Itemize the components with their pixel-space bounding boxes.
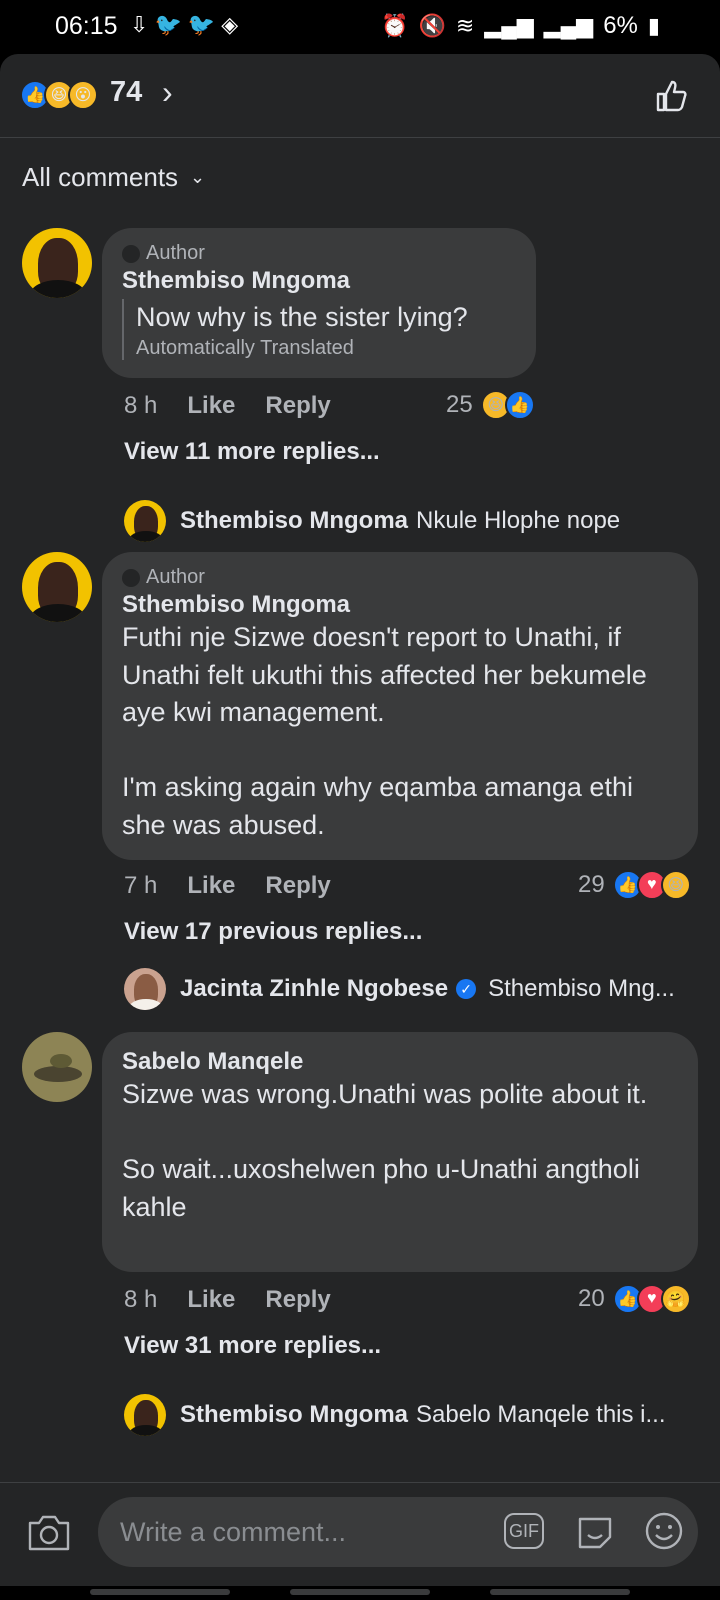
- translated-block: Now why is the sister lying? Automatical…: [122, 299, 516, 360]
- system-nav-bar: [0, 1586, 720, 1600]
- commenter-name[interactable]: Sabelo Manqele: [122, 1048, 678, 1076]
- comment-time[interactable]: 8 h: [124, 1286, 157, 1314]
- filter-label: All comments: [22, 162, 179, 192]
- avatar: [124, 500, 166, 542]
- status-bar: 06:15 ⇩ 🐦 🐦 ◈ ⏰ 🔇 ≋ ▂▄▆ ▂▄▆ 6% ▮: [0, 0, 720, 54]
- reply-text: Nkule Hlophe nope: [416, 507, 621, 534]
- comments-sheet: 👍 😆 😮 74 › All comments ⌄ Author Sthembi…: [0, 54, 720, 1600]
- view-more-replies[interactable]: View 11 more replies...: [124, 438, 380, 466]
- comment-reactions[interactable]: 29 👍 ♥ 😆: [578, 870, 691, 900]
- like-reaction-icon: 👍: [504, 390, 535, 420]
- camera-icon[interactable]: [26, 1513, 72, 1553]
- gif-button[interactable]: GIF: [504, 1513, 544, 1549]
- chevron-right-icon[interactable]: ›: [162, 74, 173, 111]
- reply-text: Sthembiso Mng...: [488, 975, 675, 1002]
- avatar[interactable]: [22, 552, 92, 622]
- reaction-count: 20: [578, 1285, 605, 1312]
- avatar: [124, 1394, 166, 1436]
- emoji-icon[interactable]: [644, 1511, 684, 1551]
- wow-reaction-icon: 😮: [68, 80, 98, 110]
- comment-actions: 8 h Like Reply: [124, 1286, 331, 1314]
- comment-text: Sizwe was wrong.Unathi was polite about …: [122, 1079, 648, 1222]
- like-button[interactable]: Like: [187, 1286, 235, 1314]
- twitter-icon: 🐦: [154, 12, 182, 37]
- reply-button[interactable]: Reply: [265, 392, 330, 420]
- twitter-icon: 🐦: [187, 12, 216, 37]
- mute-icon: 🔇: [418, 13, 446, 38]
- signal-icon: ▂▄▆: [484, 13, 534, 38]
- recents-button[interactable]: [90, 1589, 230, 1595]
- reactions-header: 👍 😆 😮 74 ›: [0, 54, 720, 138]
- comment-text: Futhi nje Sizwe doesn't report to Unathi…: [122, 622, 647, 840]
- comment-time[interactable]: 7 h: [124, 872, 157, 900]
- like-outline-icon[interactable]: [652, 76, 692, 116]
- view-previous-replies[interactable]: View 17 previous replies...: [124, 918, 422, 946]
- comment-text: Now why is the sister lying?: [136, 302, 468, 332]
- translation-note[interactable]: Automatically Translated: [136, 337, 516, 360]
- reply-preview[interactable]: Jacinta Zinhle Ngobese ✓ Sthembiso Mng..…: [124, 968, 675, 1010]
- reply-button[interactable]: Reply: [265, 872, 330, 900]
- like-button[interactable]: Like: [187, 872, 235, 900]
- commenter-name[interactable]: Sthembiso Mngoma: [122, 267, 516, 295]
- signal-icon: ▂▄▆: [543, 13, 594, 38]
- comment-bubble[interactable]: Author Sthembiso Mngoma Now why is the s…: [102, 228, 536, 378]
- author-icon: [122, 568, 140, 587]
- like-button[interactable]: Like: [187, 392, 235, 420]
- reaction-count[interactable]: 74: [110, 76, 142, 109]
- comment-filter-dropdown[interactable]: All comments ⌄: [22, 162, 205, 193]
- author-badge: Author: [122, 242, 516, 265]
- care-reaction-icon: 🤗: [660, 1284, 691, 1314]
- alarm-icon: ⏰: [381, 13, 409, 38]
- code-icon: ◈: [221, 12, 239, 37]
- reaction-count: 29: [578, 871, 605, 898]
- author-icon: [122, 244, 140, 263]
- reply-button[interactable]: Reply: [265, 1286, 330, 1314]
- verified-badge-icon: ✓: [456, 979, 477, 999]
- wifi-icon: ≋: [455, 13, 475, 38]
- comment-actions: 8 h Like Reply: [124, 392, 331, 420]
- reply-preview[interactable]: Sthembiso Mngoma Nkule Hlophe nope: [124, 500, 620, 542]
- battery-level: 6%: [603, 12, 638, 39]
- reply-author: Sthembiso Mngoma: [180, 507, 409, 534]
- battery-icon: ▮: [647, 13, 660, 38]
- haha-reaction-icon: 😆: [660, 870, 691, 900]
- author-badge: Author: [122, 566, 678, 589]
- comment-reactions[interactable]: 20 👍 ♥ 🤗: [578, 1284, 691, 1314]
- comment-reactions[interactable]: 25 😆 👍: [446, 390, 535, 420]
- comment-bubble[interactable]: Sabelo Manqele Sizwe was wrong.Unathi wa…: [102, 1032, 698, 1272]
- comment-composer: GIF: [0, 1482, 720, 1600]
- notification-icons: ⇩ 🐦 🐦 ◈: [130, 12, 238, 38]
- avatar[interactable]: [22, 228, 92, 298]
- reply-preview[interactable]: Sthembiso Mngoma Sabelo Manqele this i..…: [124, 1394, 666, 1436]
- sticker-icon[interactable]: [574, 1511, 616, 1553]
- reply-text: Sabelo Manqele this i...: [416, 1401, 666, 1428]
- system-icons: ⏰ 🔇 ≋ ▂▄▆ ▂▄▆ 6% ▮: [381, 12, 660, 40]
- comment-actions: 7 h Like Reply: [124, 872, 331, 900]
- clock: 06:15: [55, 12, 118, 40]
- reaction-summary[interactable]: 👍 😆 😮: [20, 80, 98, 110]
- avatar: [124, 968, 166, 1010]
- comment-time[interactable]: 8 h: [124, 392, 157, 420]
- view-more-replies[interactable]: View 31 more replies...: [124, 1332, 381, 1360]
- avatar[interactable]: [22, 1032, 92, 1102]
- commenter-name[interactable]: Sthembiso Mngoma: [122, 591, 678, 619]
- reaction-count: 25: [446, 391, 473, 418]
- download-icon: ⇩: [130, 12, 149, 37]
- back-button[interactable]: [490, 1589, 630, 1595]
- comment-bubble[interactable]: Author Sthembiso Mngoma Futhi nje Sizwe …: [102, 552, 698, 860]
- reply-author: Sthembiso Mngoma: [180, 1401, 409, 1428]
- home-button[interactable]: [290, 1589, 430, 1595]
- reply-author: Jacinta Zinhle Ngobese: [180, 975, 449, 1002]
- chevron-down-icon: ⌄: [190, 167, 206, 187]
